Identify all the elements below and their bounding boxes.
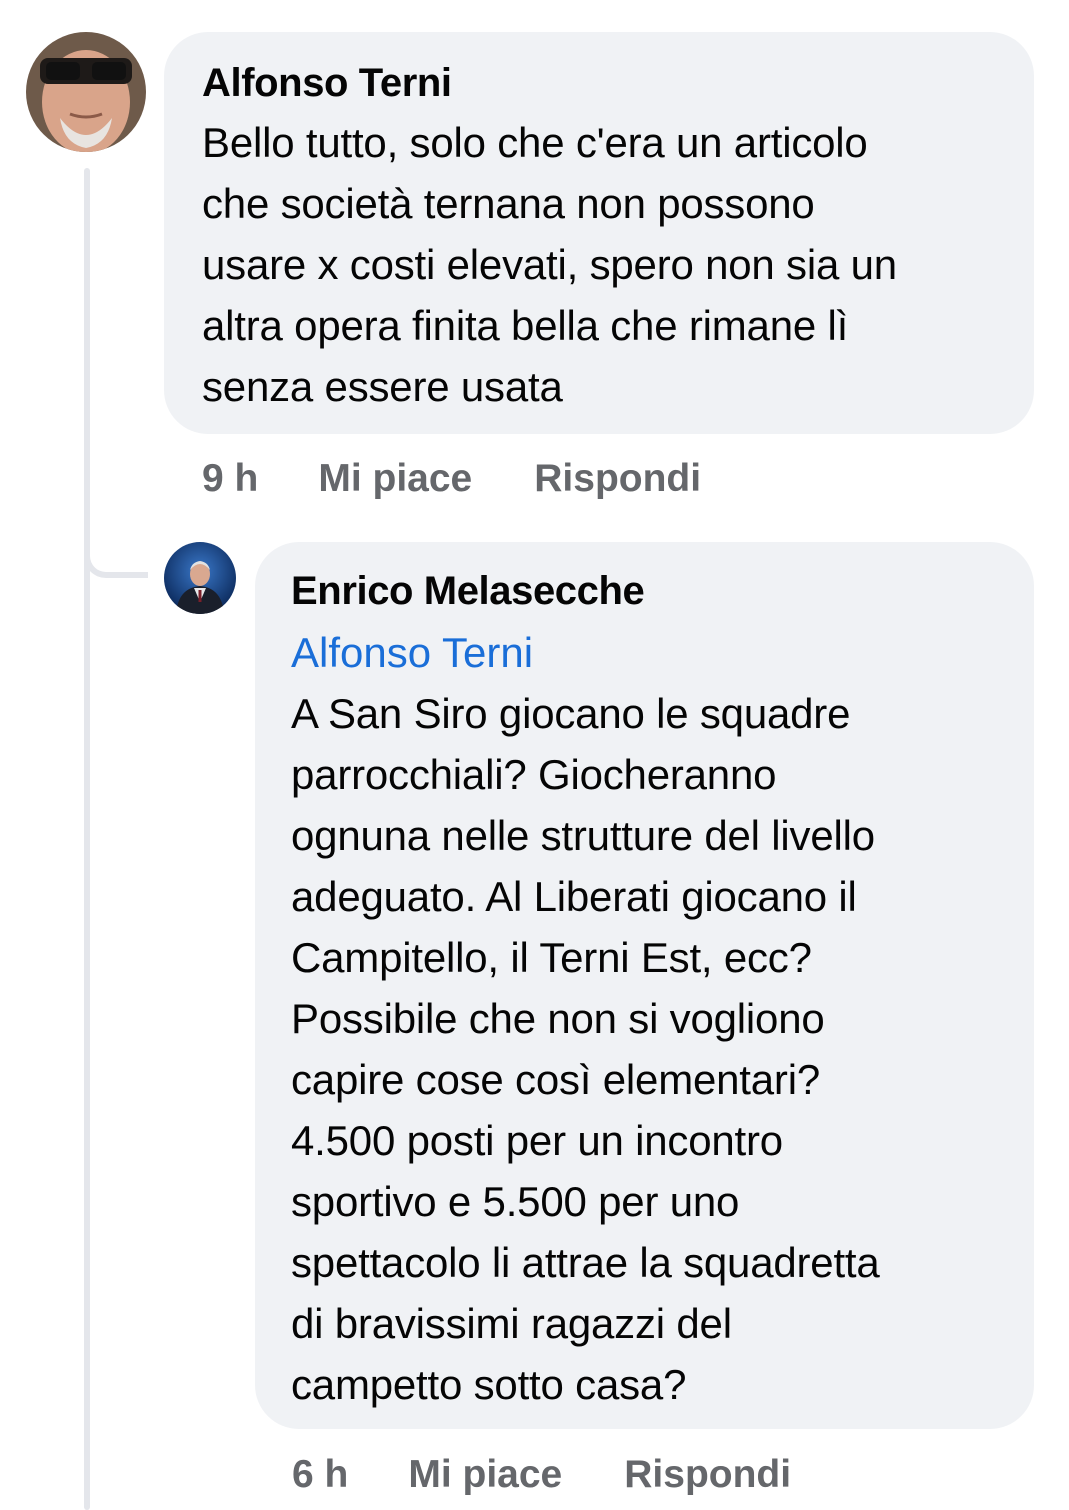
comment-bubble: Alfonso Terni Bello tutto, solo che c'er…	[164, 32, 1034, 434]
comment-author[interactable]: Alfonso Terni	[202, 58, 1004, 108]
reply-button[interactable]: Rispondi	[624, 1450, 791, 1500]
like-button[interactable]: Mi piace	[318, 454, 472, 504]
like-button[interactable]: Mi piace	[408, 1450, 562, 1500]
reply-bubble: Enrico Melasecche Alfonso Terni A San Si…	[255, 542, 1034, 1429]
comment-text: Bello tutto, solo che c'era un articolo …	[202, 119, 897, 410]
thread-connector	[84, 520, 148, 578]
user-photo-avatar-icon	[26, 32, 146, 152]
reply-author[interactable]: Enrico Melasecche	[291, 566, 1004, 616]
reply-button[interactable]: Rispondi	[534, 454, 701, 504]
reply-text: A San Siro giocano le squadre parrocchia…	[291, 690, 880, 1408]
reply-actions: 6 h Mi piace Rispondi	[292, 1450, 791, 1500]
avatar[interactable]	[164, 542, 236, 614]
reply-timestamp[interactable]: 6 h	[292, 1450, 348, 1500]
comment-timestamp[interactable]: 9 h	[202, 454, 258, 504]
avatar[interactable]	[26, 32, 146, 152]
thread-line	[84, 168, 90, 1510]
mention-link[interactable]: Alfonso Terni	[291, 622, 1004, 683]
comment-actions: 9 h Mi piace Rispondi	[202, 454, 701, 504]
user-photo-avatar-icon	[164, 542, 236, 614]
